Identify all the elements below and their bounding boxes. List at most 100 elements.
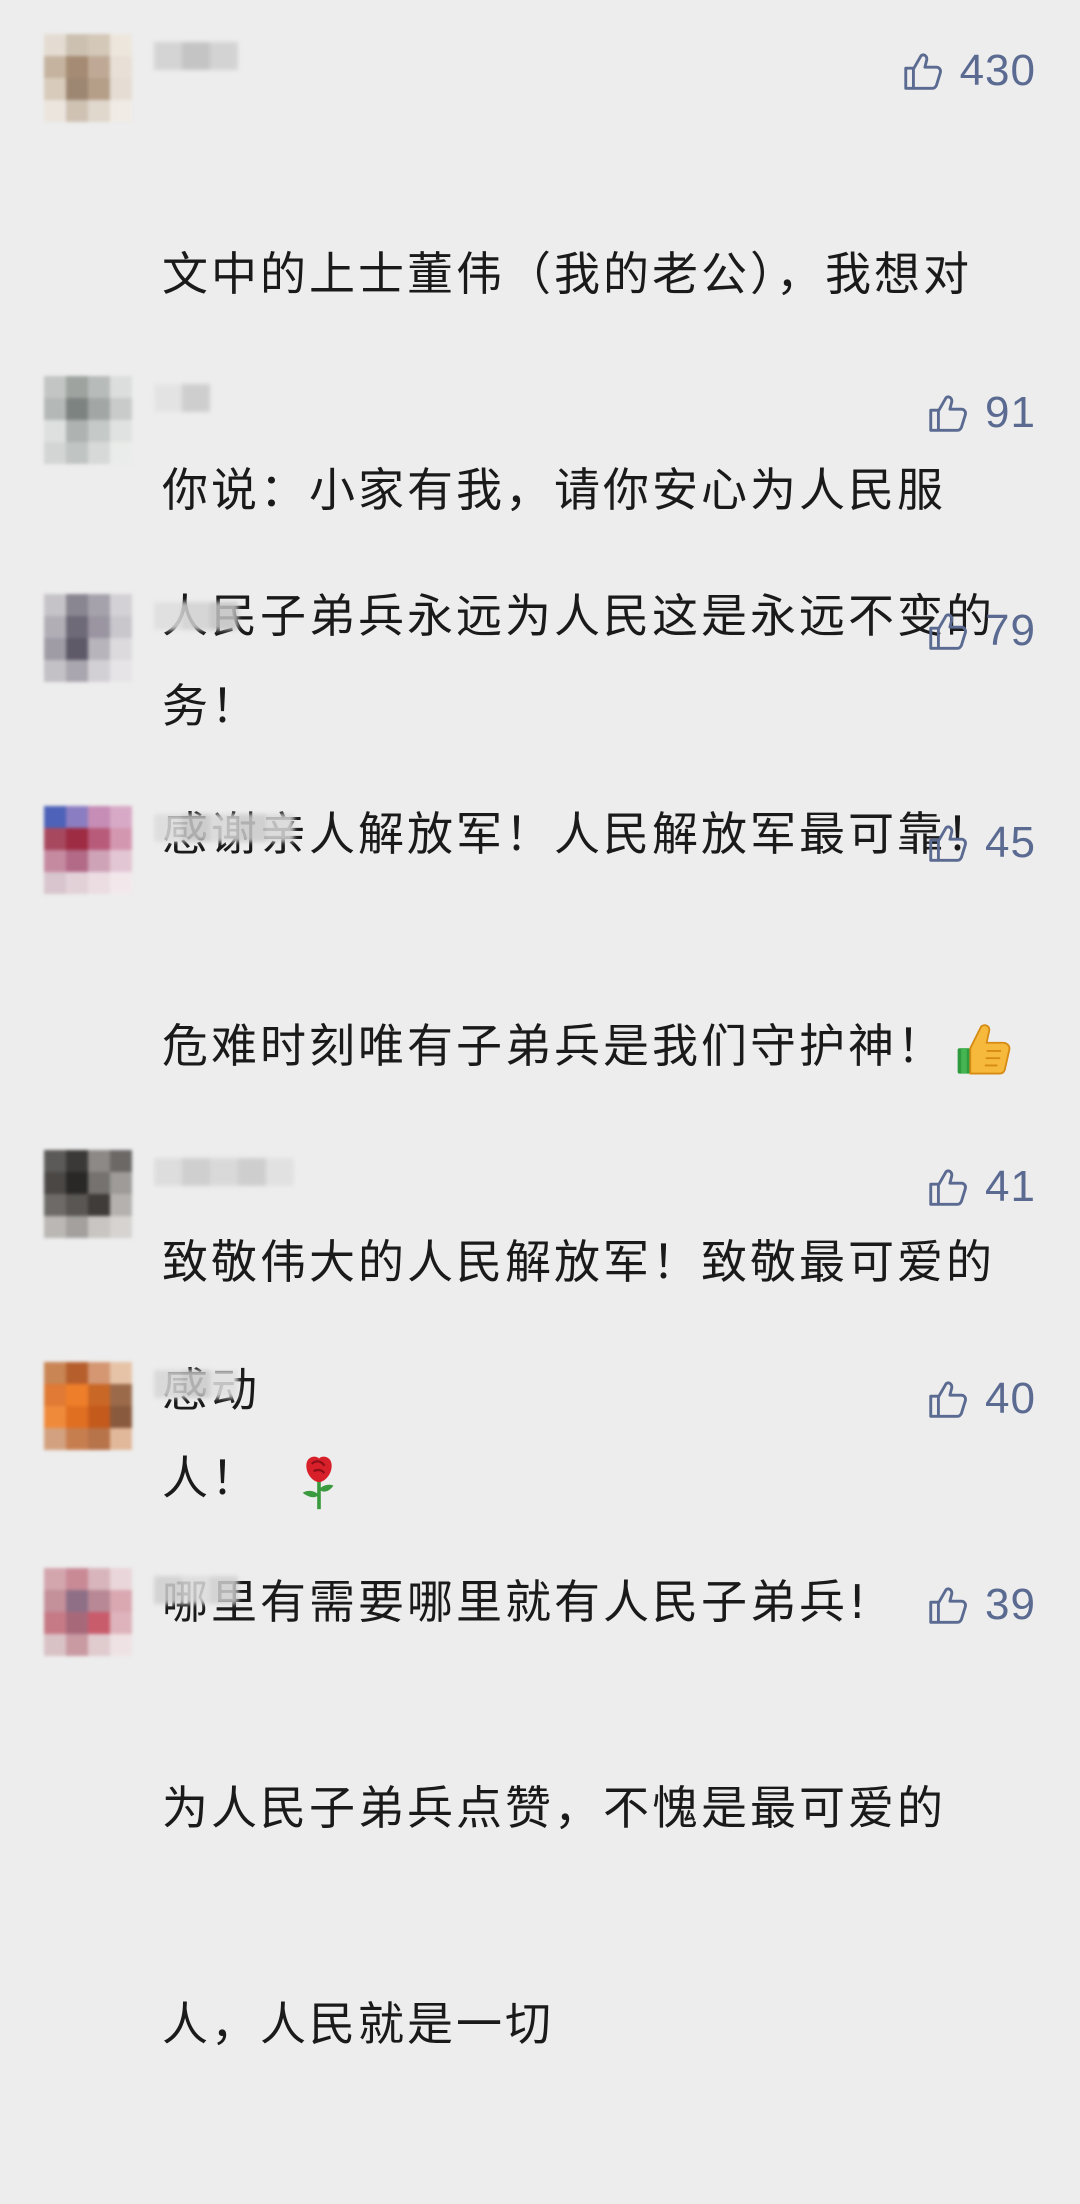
thumbs-up-icon	[929, 613, 967, 650]
avatar-mosaic-cell	[66, 398, 88, 420]
avatar-mosaic-cell	[110, 1428, 132, 1450]
like-button[interactable]: 40	[925, 1374, 1036, 1424]
like-button[interactable]: 91	[925, 388, 1036, 438]
avatar-mosaic-cell	[44, 1612, 66, 1634]
avatar-mosaic-cell	[44, 1634, 66, 1656]
like-count: 79	[985, 606, 1036, 655]
avatar-mosaic-cell	[66, 1568, 88, 1590]
avatar-mosaic-cell	[66, 1216, 88, 1238]
avatar-mosaic-cell	[110, 56, 132, 78]
avatar[interactable]	[44, 1150, 132, 1238]
avatar-mosaic-cell	[44, 1590, 66, 1612]
avatar-mosaic-cell	[66, 1194, 88, 1216]
avatar-mosaic-cell	[110, 100, 132, 122]
avatar-mosaic-cell	[66, 1384, 88, 1406]
avatar-mosaic-cell	[66, 1428, 88, 1450]
avatar-mosaic-cell	[66, 660, 88, 682]
avatar-mosaic-cell	[88, 1216, 110, 1238]
avatar-mosaic-cell	[88, 660, 110, 682]
avatar[interactable]	[44, 376, 132, 464]
avatar-mosaic-cell	[88, 398, 110, 420]
blurred-nickname[interactable]	[154, 814, 294, 846]
avatar-mosaic-cell	[88, 1172, 110, 1194]
avatar-mosaic-cell	[88, 1362, 110, 1384]
avatar-mosaic-cell	[66, 1150, 88, 1172]
like-button[interactable]: 41	[925, 1162, 1036, 1212]
comment-text: 为人民子弟兵点赞，不愧是最可爱的 人，人民就是一切	[162, 1628, 1042, 2204]
avatar-mosaic-cell	[44, 872, 66, 894]
like-button[interactable]: 79	[925, 606, 1036, 656]
avatar-mosaic-cell	[66, 1634, 88, 1656]
avatar-mosaic-cell	[110, 616, 132, 638]
avatar-mosaic-cell	[110, 660, 132, 682]
avatar-mosaic-cell	[66, 872, 88, 894]
avatar-mosaic-cell	[88, 1428, 110, 1450]
avatar-mosaic-cell	[66, 1172, 88, 1194]
avatar-mosaic-cell	[44, 1194, 66, 1216]
like-button[interactable]: 45	[925, 818, 1036, 868]
avatar-mosaic-cell	[66, 850, 88, 872]
avatar-mosaic-cell	[66, 420, 88, 442]
avatar-mosaic-cell	[44, 616, 66, 638]
avatar-mosaic-cell	[88, 872, 110, 894]
avatar-mosaic-cell	[110, 1362, 132, 1384]
avatar-mosaic-cell	[88, 420, 110, 442]
avatar-mosaic-cell	[110, 398, 132, 420]
comment-text-line: 文中的上士董伟（我的老公），我想对	[162, 247, 972, 301]
comment-text-line: 为人民子弟兵点赞，不愧是最可爱的	[162, 1781, 946, 1835]
comment-text-line: 人民子弟兵永远为人民这是永远不变的	[162, 589, 995, 643]
avatar-mosaic-cell	[88, 1568, 110, 1590]
avatar-mosaic-cell	[88, 828, 110, 850]
avatar-mosaic-cell	[110, 1194, 132, 1216]
avatar-mosaic-cell	[110, 34, 132, 56]
avatar-mosaic-cell	[88, 1406, 110, 1428]
avatar-mosaic-cell	[110, 1612, 132, 1634]
blurred-nickname[interactable]	[154, 602, 238, 634]
blurred-nickname[interactable]	[154, 1370, 238, 1402]
avatar-mosaic-cell	[44, 34, 66, 56]
like-count: 430	[959, 46, 1036, 95]
like-count: 91	[985, 388, 1036, 437]
avatar[interactable]	[44, 1568, 132, 1656]
like-button[interactable]: 430	[900, 46, 1036, 96]
thumbs-up-icon	[929, 1169, 967, 1206]
avatar-mosaic-cell	[88, 376, 110, 398]
avatar-mosaic-cell	[66, 34, 88, 56]
like-count: 39	[985, 1580, 1036, 1629]
thumbs-up-icon	[903, 53, 942, 90]
avatar[interactable]	[44, 1362, 132, 1450]
avatar-mosaic-cell	[66, 78, 88, 100]
avatar-mosaic-cell	[88, 442, 110, 464]
blurred-nickname[interactable]	[154, 42, 238, 74]
comment-text-line: 危难时刻唯有子弟兵是我们守护神！	[162, 1010, 1042, 1082]
avatar-mosaic-cell	[110, 872, 132, 894]
avatar-mosaic-cell	[44, 420, 66, 442]
avatar-mosaic-cell	[110, 806, 132, 828]
blurred-nickname[interactable]	[154, 384, 210, 416]
avatar-mosaic-cell	[44, 1568, 66, 1590]
avatar-mosaic-cell	[110, 1150, 132, 1172]
avatar-mosaic-cell	[110, 828, 132, 850]
avatar-mosaic-cell	[44, 56, 66, 78]
avatar-mosaic-cell	[66, 638, 88, 660]
avatar-mosaic-cell	[88, 1384, 110, 1406]
thumbs-up-icon	[929, 1381, 967, 1418]
avatar[interactable]	[44, 806, 132, 894]
like-button[interactable]: 39	[925, 1580, 1036, 1630]
avatar-mosaic-cell	[44, 376, 66, 398]
avatar-mosaic-cell	[44, 1406, 66, 1428]
avatar-mosaic-cell	[88, 1612, 110, 1634]
thumbs-up-icon	[929, 825, 967, 862]
avatar-mosaic-cell	[66, 442, 88, 464]
avatar-mosaic-cell	[44, 78, 66, 100]
comment-text-line: 感动	[162, 1354, 1042, 1426]
blurred-nickname[interactable]	[154, 1158, 294, 1190]
avatar-mosaic-cell	[88, 34, 110, 56]
blurred-nickname[interactable]	[154, 1576, 238, 1608]
avatar-mosaic-cell	[110, 638, 132, 660]
avatar[interactable]	[44, 594, 132, 682]
avatar-mosaic-cell	[110, 1384, 132, 1406]
avatar-mosaic-cell	[44, 806, 66, 828]
avatar-mosaic-cell	[66, 1362, 88, 1384]
avatar[interactable]	[44, 34, 132, 122]
